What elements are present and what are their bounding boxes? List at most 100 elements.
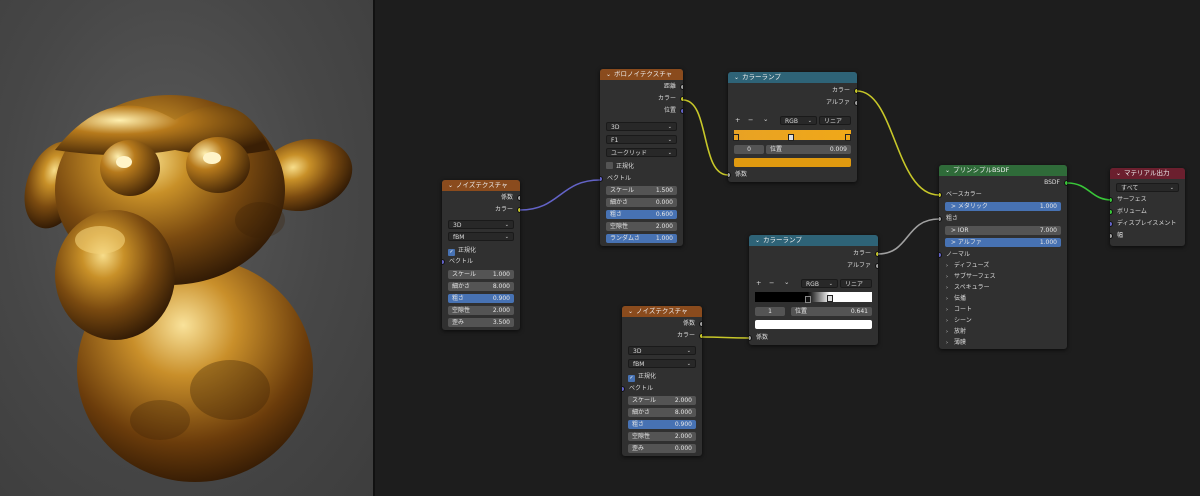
node-header[interactable]: ⌄ カラーランプ [749,235,878,246]
alpha-field[interactable]: > アルファ 1.000 [945,238,1061,247]
socket-output[interactable] [875,251,878,257]
panel-coat[interactable]: › コート [946,305,972,315]
node-header[interactable]: ⌄ カラーランプ [728,72,857,83]
node-material-output[interactable]: ⌄ マテリアル出力 すべて ⌄ サーフェス ボリューム ディスプレイスメント 幅 [1110,168,1185,246]
feature-dropdown[interactable]: F1 ⌄ [606,135,677,144]
socket-input[interactable] [1110,197,1113,203]
scale-field[interactable]: スケール 1.500 [606,186,677,195]
lacunarity-field[interactable]: 空隙性 2.000 [448,306,514,315]
panel-thin-film[interactable]: › 薄膜 [946,338,966,348]
render-target-dropdown[interactable]: すべて ⌄ [1116,183,1179,192]
noise-type-dropdown[interactable]: fBM ⌄ [628,359,696,368]
metallic-field[interactable]: > メタリック 1.000 [945,202,1061,211]
ramp-stop-marker-active[interactable] [827,295,833,302]
distortion-field[interactable]: 歪み 3.500 [448,318,514,327]
roughness-field[interactable]: 粗さ 0.900 [628,420,696,429]
panel-diffuse[interactable]: › ディフューズ [946,261,989,271]
color-ramp-bar[interactable] [755,292,872,302]
lacunarity-field[interactable]: 空隙性 2.000 [606,222,677,231]
stop-index-field[interactable]: 1 [755,307,785,316]
interpolation-dropdown[interactable]: リニア⌄ [840,279,872,296]
normalize-checkbox[interactable]: ✓ 正規化 [448,246,476,256]
panel-transmission[interactable]: › 伝播 [946,294,966,304]
collapse-icon[interactable]: ⌄ [1116,168,1121,179]
stop-position-field[interactable]: 位置 0.641 [791,307,872,316]
socket-input[interactable] [442,259,445,265]
node-noise-texture-2[interactable]: ⌄ ノイズテクスチャ 係数 カラー 3D ⌄ fBM ⌄ ✓ 正規化 ベクトル スケール… [622,306,702,456]
stop-color-swatch[interactable] [755,320,872,329]
ramp-menu-chevron-icon[interactable]: ⌄ [763,115,768,124]
ramp-stop-marker[interactable] [845,134,851,141]
detail-field[interactable]: 細かさ 8.000 [628,408,696,417]
distortion-field[interactable]: 歪み 0.000 [628,444,696,453]
socket-output[interactable] [680,84,683,90]
socket-input[interactable] [749,335,752,341]
collapse-icon[interactable]: ⌄ [945,165,950,176]
socket-output[interactable] [680,108,683,114]
detail-field[interactable]: 細かさ 0.000 [606,198,677,207]
dimensions-dropdown[interactable]: 3D ⌄ [606,122,677,131]
normalize-checkbox[interactable]: ✓ 正規化 [628,372,656,382]
node-noise-texture-1[interactable]: ⌄ ノイズテクスチャ 係数 カラー 3D ⌄ fBM ⌄ ✓ 正規化 ベクトル スケール… [442,180,520,330]
socket-input[interactable] [939,192,942,198]
color-mode-dropdown[interactable]: RGB ⌄ [801,279,838,288]
stop-color-swatch[interactable] [734,158,851,167]
scale-field[interactable]: スケール 2.000 [628,396,696,405]
socket-output[interactable] [854,88,857,94]
ramp-stop-marker-active[interactable] [788,134,794,141]
remove-stop-button[interactable]: − [769,279,774,288]
node-header[interactable]: ⌄ ノイズテクスチャ [622,306,702,317]
ramp-stop-marker[interactable] [733,134,739,141]
roughness-field[interactable]: 粗さ 0.900 [448,294,514,303]
noise-type-dropdown[interactable]: fBM ⌄ [448,232,514,241]
normalize-checkbox[interactable]: 正規化 [606,162,634,171]
socket-input[interactable] [600,176,603,182]
dimensions-dropdown[interactable]: 3D ⌄ [448,220,514,229]
ior-field[interactable]: > IOR 7.000 [945,226,1061,235]
socket-input[interactable] [1110,209,1113,215]
node-color-ramp-1[interactable]: ⌄カラーランプ カラー アルファ + − ⌄ RGB⌄ リニア⌄ 0 位置0.0… [728,72,857,182]
node-header[interactable]: ⌄ ボロノイテクスチャ [600,69,683,80]
socket-output[interactable] [875,263,878,269]
viewport-3d[interactable] [0,0,373,496]
node-principled-bsdf[interactable]: ⌄ プリンシプルBSDF BSDF ベースカラー > メタリック 1.000 粗さ … [939,165,1067,349]
add-stop-button[interactable]: + [735,116,740,125]
collapse-icon[interactable]: ⌄ [606,69,611,80]
roughness-field[interactable]: 粗さ 0.600 [606,210,677,219]
socket-input[interactable] [939,216,942,222]
socket-output[interactable] [517,207,520,213]
socket-input[interactable] [1110,233,1113,239]
node-header[interactable]: ⌄ プリンシプルBSDF [939,165,1067,176]
add-stop-button[interactable]: + [756,279,761,288]
distance-metric-dropdown[interactable]: ユークリッド ⌄ [606,148,677,157]
panel-emission[interactable]: › 放射 [946,327,966,337]
color-mode-dropdown[interactable]: RGB ⌄ [780,116,817,125]
node-header[interactable]: ⌄ マテリアル出力 [1110,168,1185,179]
collapse-icon[interactable]: ⌄ [628,306,633,317]
socket-output[interactable] [699,321,702,327]
stop-position-field[interactable]: 位置 0.009 [766,145,851,154]
detail-field[interactable]: 細かさ 8.000 [448,282,514,291]
socket-input[interactable] [622,386,625,392]
collapse-icon[interactable]: ⌄ [755,235,760,246]
interpolation-dropdown[interactable]: リニア⌄ [819,116,851,133]
node-header[interactable]: ⌄ ノイズテクスチャ [442,180,520,191]
socket-output[interactable] [680,96,683,102]
node-voronoi-texture[interactable]: ⌄ ボロノイテクスチャ 距離 カラー 位置 3D ⌄ F1 ⌄ ユークリッド ⌄ 正規化… [600,69,683,246]
node-color-ramp-2[interactable]: ⌄カラーランプ カラー アルファ + − ⌄ RGB⌄ リニア⌄ 1 位置0.6… [749,235,878,345]
panel-specular[interactable]: › スペキュラー [946,283,990,293]
dimensions-dropdown[interactable]: 3D ⌄ [628,346,696,355]
panel-sheen[interactable]: › シーン [946,316,972,326]
collapse-icon[interactable]: ⌄ [734,72,739,83]
panel-subsurface[interactable]: › サブサーフェス [946,272,996,282]
ramp-stop-marker[interactable] [805,296,811,303]
scale-field[interactable]: スケール 1.000 [448,270,514,279]
lacunarity-field[interactable]: 空隙性 2.000 [628,432,696,441]
socket-output[interactable] [699,333,702,339]
stop-index-field[interactable]: 0 [734,145,764,154]
socket-output[interactable] [1064,180,1067,186]
socket-output[interactable] [854,100,857,106]
socket-input[interactable] [939,252,942,258]
socket-input[interactable] [728,172,731,178]
remove-stop-button[interactable]: − [748,116,753,125]
